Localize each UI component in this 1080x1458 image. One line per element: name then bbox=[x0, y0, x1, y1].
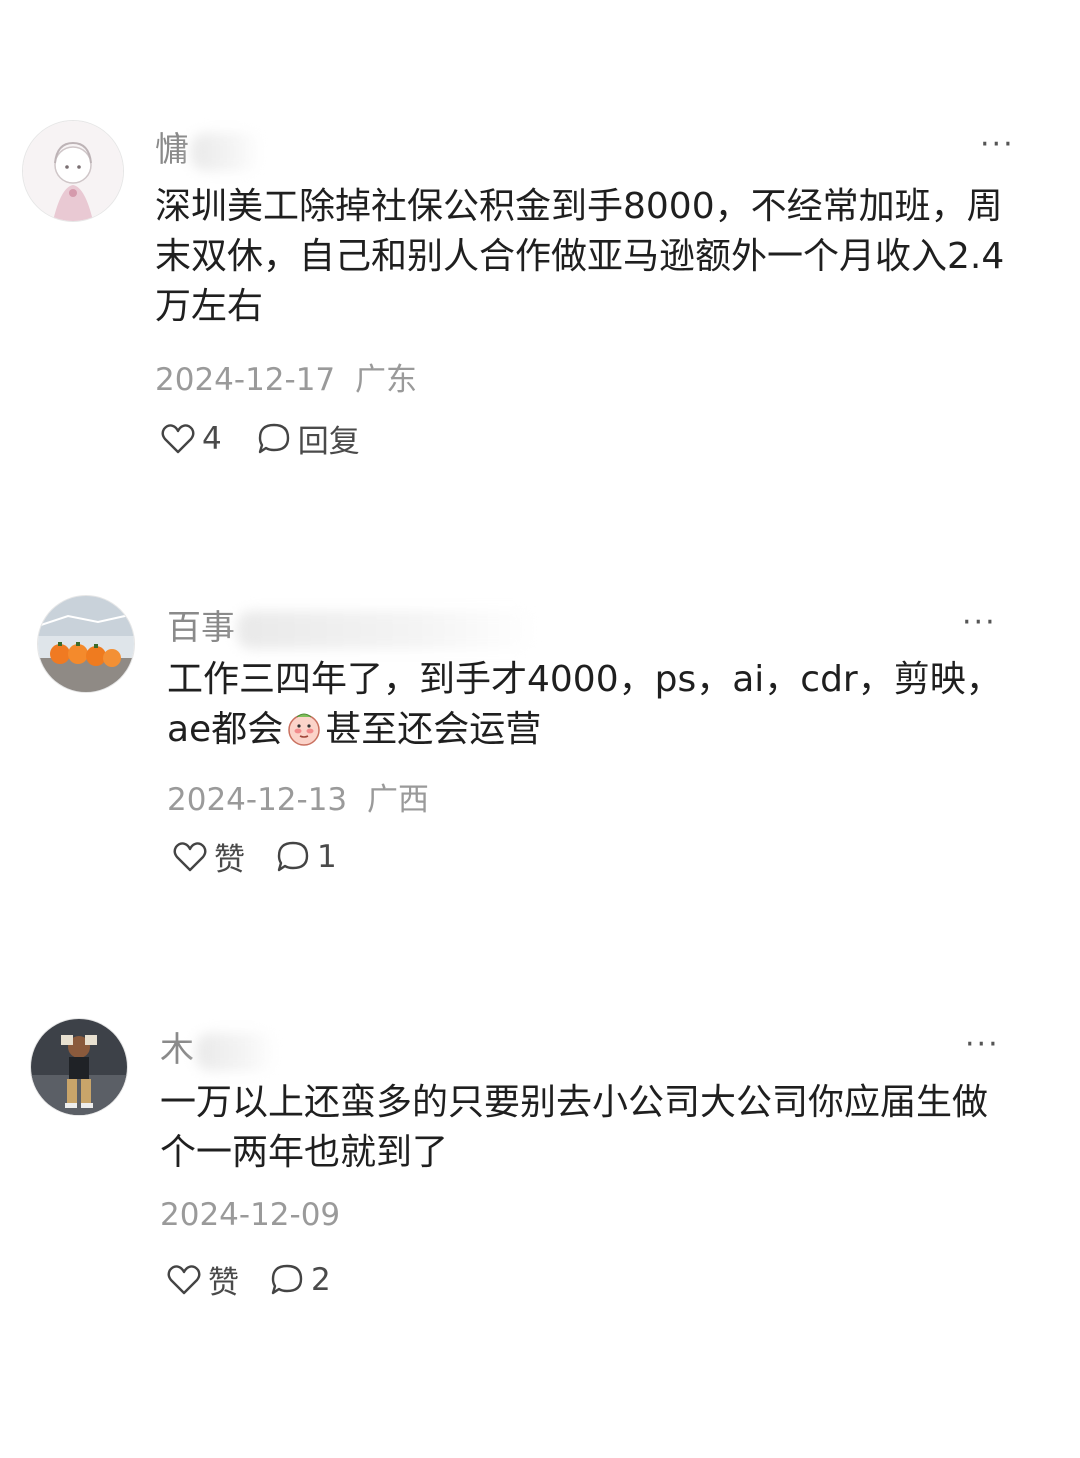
heart-icon bbox=[173, 841, 207, 871]
comment-text: 一万以上还蛮多的只要别去小公司大公司你应届生做个一两年也就到了 bbox=[160, 1082, 989, 1173]
comment-date: 2024-12-09 bbox=[160, 1197, 341, 1233]
comment-location: 广东 bbox=[355, 362, 418, 398]
username[interactable]: 慵 bbox=[155, 122, 261, 171]
avatar[interactable] bbox=[30, 1018, 128, 1116]
avatar[interactable] bbox=[22, 120, 124, 222]
like-label: 赞 bbox=[208, 1265, 239, 1301]
avatar[interactable] bbox=[37, 595, 135, 693]
comment-text-part: 甚至还会运营 bbox=[325, 709, 542, 750]
comment-meta: 2024-12-13 广西 bbox=[167, 774, 429, 819]
like-count: 4 bbox=[202, 420, 222, 457]
heart-icon bbox=[161, 423, 195, 453]
comment-text: 深圳美工除掉社保公积金到手8000，不经常加班，周末双休，自己和别人合作做亚马逊… bbox=[155, 186, 1005, 327]
comment-actions: 赞 1 bbox=[172, 834, 337, 879]
more-options-button[interactable]: ··· bbox=[980, 130, 1015, 160]
comment-bubble-icon bbox=[271, 1264, 303, 1294]
username-blur bbox=[237, 610, 537, 649]
reply-button[interactable]: 1 bbox=[275, 839, 337, 875]
username[interactable]: 百事 bbox=[167, 600, 537, 649]
username-blur bbox=[196, 1032, 276, 1071]
comment-date: 2024-12-17 bbox=[155, 362, 336, 398]
comment-location: 广西 bbox=[367, 782, 430, 818]
username-text: 木 bbox=[160, 1030, 194, 1070]
comment-actions: 4 回复 bbox=[160, 416, 360, 461]
comment-actions: 赞 2 bbox=[166, 1257, 331, 1302]
like-button[interactable]: 赞 bbox=[172, 834, 245, 879]
reply-label: 回复 bbox=[297, 424, 360, 460]
comment-meta: 2024-12-09 bbox=[160, 1197, 340, 1233]
username-text: 百事 bbox=[167, 608, 235, 648]
comment-bubble-icon bbox=[258, 423, 289, 453]
comment-bubble-icon bbox=[277, 841, 309, 871]
username-text: 慵 bbox=[155, 130, 189, 170]
comment-text: 工作三四年了，到手才4000，ps，ai，cdr，剪映，ae都会 甚至还会运营 bbox=[167, 655, 1007, 755]
more-options-button[interactable]: ··· bbox=[965, 1030, 1000, 1060]
reply-button[interactable]: 回复 bbox=[256, 416, 360, 461]
reply-button[interactable]: 2 bbox=[269, 1262, 331, 1298]
like-label: 赞 bbox=[214, 842, 245, 878]
reply-count: 2 bbox=[311, 1261, 331, 1298]
more-options-button[interactable]: ··· bbox=[962, 608, 997, 638]
comment-meta: 2024-12-17 广东 bbox=[155, 354, 417, 399]
comment-date: 2024-12-13 bbox=[167, 782, 348, 818]
reply-count: 1 bbox=[317, 838, 337, 875]
like-button[interactable]: 4 bbox=[160, 421, 222, 457]
username[interactable]: 木 bbox=[160, 1022, 276, 1071]
embarrassed-face-emoji-icon bbox=[288, 713, 320, 746]
like-button[interactable]: 赞 bbox=[166, 1257, 239, 1302]
heart-icon bbox=[167, 1264, 201, 1294]
username-blur bbox=[191, 132, 261, 171]
